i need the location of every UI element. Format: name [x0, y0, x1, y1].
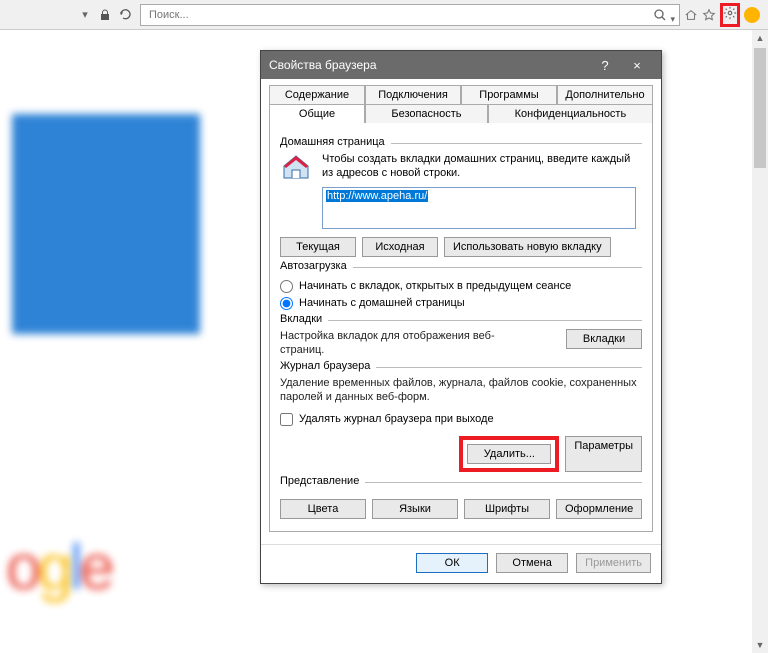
btn-history-settings[interactable]: Параметры	[565, 436, 642, 472]
lock-icon	[98, 8, 112, 22]
home-large-icon	[280, 152, 312, 180]
close-button[interactable]: ×	[621, 51, 653, 79]
dialog-titlebar[interactable]: Свойства браузера ? ×	[261, 51, 661, 79]
btn-apply[interactable]: Применить	[576, 553, 651, 573]
home-desc: Чтобы создать вкладки домашних страниц, …	[322, 152, 642, 181]
browser-toolbar: ▾ ▾	[0, 0, 768, 30]
tab-general[interactable]: Общие	[269, 104, 365, 123]
gear-icon[interactable]	[723, 6, 737, 20]
tab-programs[interactable]: Программы	[461, 85, 557, 104]
homepage-url-value: http://www.apeha.ru/	[326, 190, 428, 202]
scroll-thumb[interactable]	[754, 48, 766, 168]
help-button[interactable]: ?	[589, 51, 621, 79]
search-icon[interactable]: ▾	[653, 8, 675, 25]
group-tabs-title: Вкладки	[280, 313, 328, 325]
tabs-desc: Настройка вкладок для отображения веб-ст…	[280, 329, 510, 358]
btn-delete-history[interactable]: Удалить...	[467, 444, 551, 464]
tab-connections[interactable]: Подключения	[365, 85, 461, 104]
dropdown-icon[interactable]: ▾	[78, 8, 92, 22]
scroll-up-icon[interactable]: ▲	[752, 30, 768, 46]
delete-highlight: Удалить...	[459, 436, 559, 472]
tab-privacy[interactable]: Конфиденциальность	[488, 104, 653, 123]
btn-ok[interactable]: ОК	[416, 553, 488, 573]
group-history-title: Журнал браузера	[280, 360, 376, 372]
history-desc: Удаление временных файлов, журнала, файл…	[280, 376, 642, 405]
tab-security[interactable]: Безопасность	[365, 104, 488, 123]
group-home-title: Домашняя страница	[280, 136, 391, 148]
group-appearance-title: Представление	[280, 475, 365, 487]
tab-content[interactable]: Содержание	[269, 85, 365, 104]
gear-highlight	[720, 3, 740, 27]
smiley-icon[interactable]	[744, 7, 760, 23]
btn-colors[interactable]: Цвета	[280, 499, 366, 519]
search-input[interactable]	[147, 8, 673, 22]
btn-accessibility[interactable]: Оформление	[556, 499, 642, 519]
tab-advanced[interactable]: Дополнительно	[557, 85, 653, 104]
btn-use-default[interactable]: Исходная	[362, 237, 438, 257]
chk-delete-on-exit[interactable]: Удалять журнал браузера при выходе	[280, 413, 642, 426]
search-input-wrapper[interactable]: ▾	[140, 4, 680, 26]
radio-start-home[interactable]: Начинать с домашней страницы	[280, 297, 642, 310]
page-scrollbar[interactable]: ▲ ▼	[752, 30, 768, 653]
btn-use-newtab[interactable]: Использовать новую вкладку	[444, 237, 611, 257]
scroll-down-icon[interactable]: ▼	[752, 637, 768, 653]
radio-start-last-session[interactable]: Начинать с вкладок, открытых в предыдуще…	[280, 280, 642, 293]
star-icon[interactable]	[702, 8, 716, 22]
refresh-icon[interactable]	[118, 8, 132, 22]
dialog-title: Свойства браузера	[269, 58, 377, 72]
internet-options-dialog: Свойства браузера ? × Содержание Подключ…	[260, 50, 662, 584]
home-icon[interactable]	[684, 8, 698, 22]
btn-tabs-settings[interactable]: Вкладки	[566, 329, 642, 349]
group-startup-title: Автозагрузка	[280, 260, 353, 272]
homepage-url-input[interactable]: http://www.apeha.ru/	[322, 187, 636, 229]
btn-use-current[interactable]: Текущая	[280, 237, 356, 257]
btn-fonts[interactable]: Шрифты	[464, 499, 550, 519]
btn-cancel[interactable]: Отмена	[496, 553, 568, 573]
btn-languages[interactable]: Языки	[372, 499, 458, 519]
